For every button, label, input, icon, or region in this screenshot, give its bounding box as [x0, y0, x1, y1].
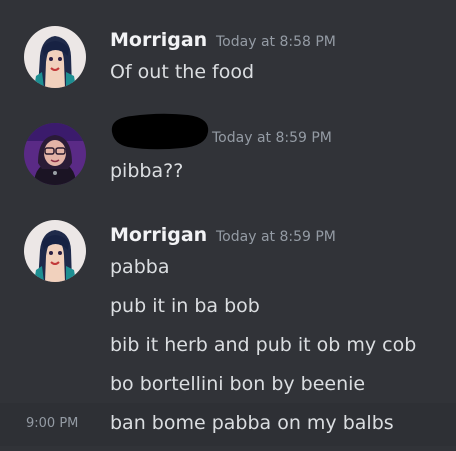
chat-message-list: Morrigan Today at 8:58 PM Of out the foo… — [0, 0, 456, 451]
message-timestamp[interactable]: Today at 8:58 PM — [216, 32, 336, 52]
anime-character-avatar-icon — [24, 26, 86, 88]
message-timestamp[interactable]: Today at 8:59 PM — [216, 227, 336, 247]
author-name[interactable]: Morrigan — [110, 28, 207, 52]
redacted-author-name — [111, 113, 209, 150]
message-text: pabba — [110, 256, 170, 278]
message-text: bo bortellini bon by beenie — [110, 373, 366, 395]
author-name[interactable]: Morrigan — [110, 223, 207, 247]
message-text: bib it herb and pub it ob my cob — [110, 334, 417, 356]
anime-character-avatar-icon — [24, 220, 86, 282]
message-text: Of out the food — [110, 61, 255, 83]
message-timestamp[interactable]: Today at 8:59 PM — [212, 128, 332, 148]
message-side-timestamp[interactable]: 9:00 PM — [26, 414, 78, 434]
message-text: pibba?? — [110, 160, 184, 182]
morrigan-avatar[interactable] — [24, 26, 86, 88]
message-text: ban bome pabba on my balbs — [110, 412, 394, 434]
morrigan-avatar[interactable] — [24, 220, 86, 282]
message-text: pub it in ba bob — [110, 295, 260, 317]
user-photo-avatar-icon — [24, 123, 86, 185]
user-avatar[interactable] — [24, 123, 86, 185]
